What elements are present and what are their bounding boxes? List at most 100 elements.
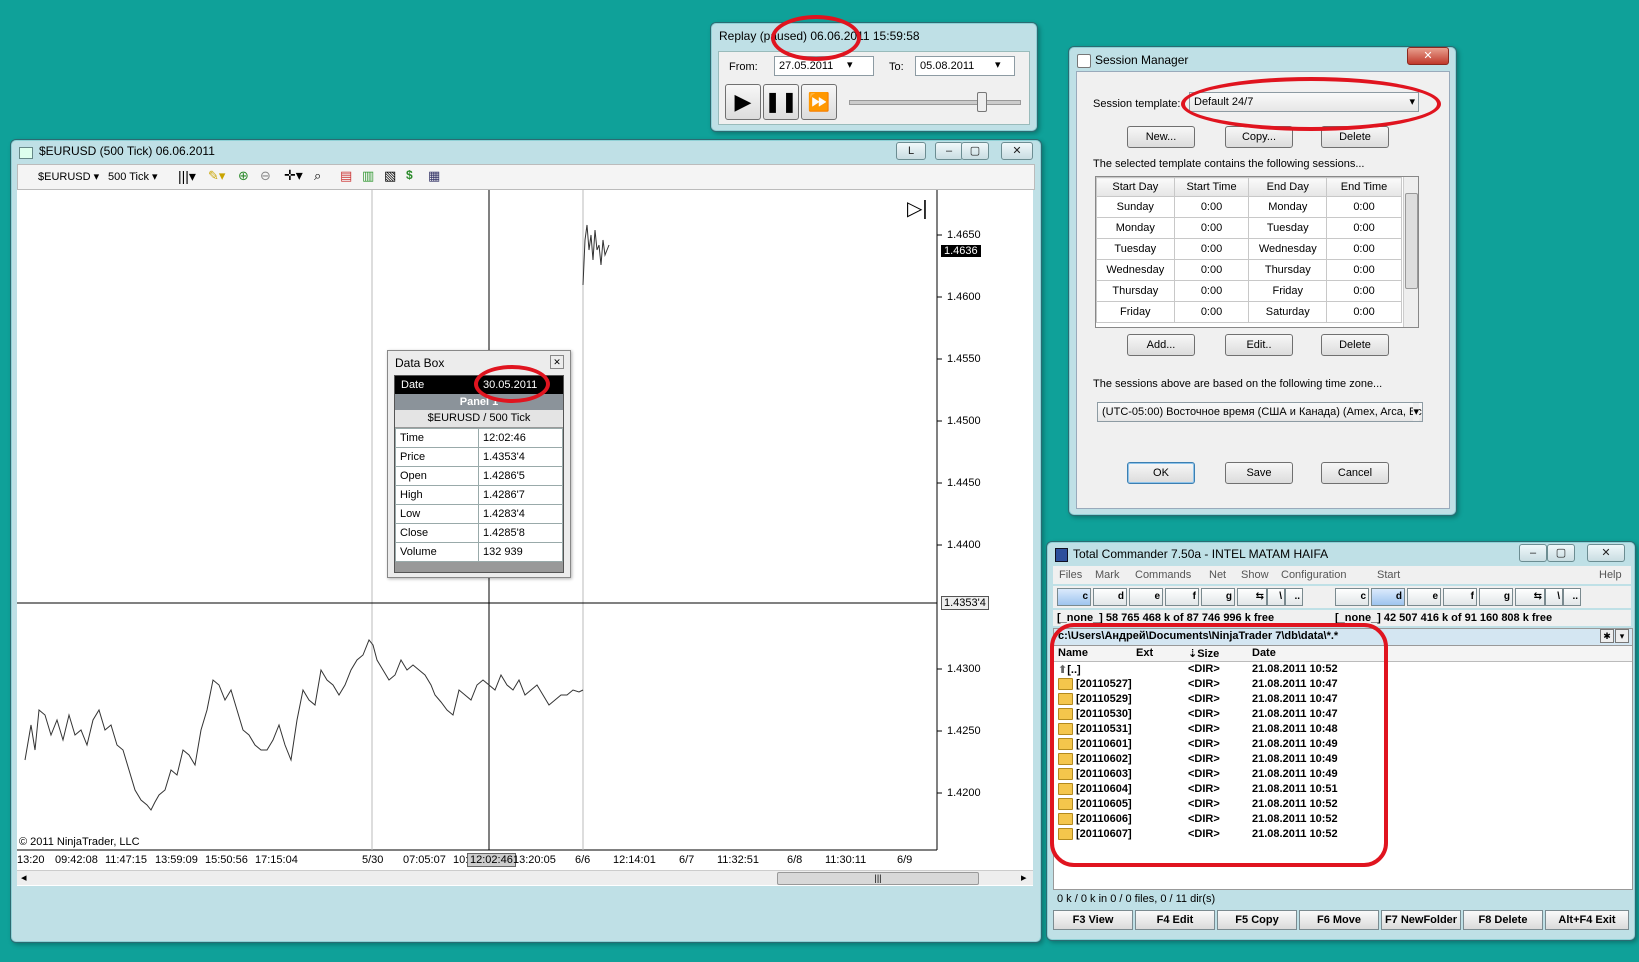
chart-minimize-button[interactable]: – xyxy=(935,142,963,160)
data-box-icon[interactable]: ▦ xyxy=(428,168,440,184)
scroll-to-end-icon[interactable]: ▷| xyxy=(907,196,928,221)
edit-session-button[interactable]: Edit.. xyxy=(1225,334,1293,356)
zoom-out-icon[interactable]: ⊖ xyxy=(260,168,271,184)
scroll-left-arrow-icon[interactable]: ◂ xyxy=(21,871,27,884)
col-end-day[interactable]: End Day xyxy=(1248,177,1328,197)
tc-maximize-button[interactable]: ▢ xyxy=(1547,544,1575,562)
play-button[interactable]: ▶ xyxy=(725,84,761,120)
ok-button[interactable]: OK xyxy=(1127,462,1195,484)
right-drive-e[interactable]: e xyxy=(1407,588,1441,606)
f7-newfolder-button[interactable]: F7 NewFolder xyxy=(1381,910,1461,930)
replay-speed-slider-thumb[interactable] xyxy=(977,92,987,112)
col-name-header[interactable]: Name xyxy=(1058,647,1088,659)
instrument-selector[interactable]: $EURUSD ▾ xyxy=(38,170,99,183)
sessions-vertical-scrollbar[interactable] xyxy=(1403,177,1418,327)
tc-favorites-icon[interactable]: ✱ xyxy=(1600,629,1614,643)
menu-help[interactable]: Help xyxy=(1599,569,1622,581)
menu-files[interactable]: Files xyxy=(1059,569,1082,581)
right-network-icon[interactable]: ⇆ xyxy=(1515,588,1545,606)
menu-configuration[interactable]: Configuration xyxy=(1281,569,1346,581)
chart-image-icon[interactable]: ▧ xyxy=(384,168,396,184)
price-chart[interactable]: ▷| 1.4650 1.4600 1.4550 1.4500 1.4450 1.… xyxy=(17,190,1033,886)
col-end-time[interactable]: End Time xyxy=(1326,177,1402,197)
scroll-right-arrow-icon[interactable]: ▸ xyxy=(1021,871,1027,884)
chart-horizontal-scrollbar[interactable]: ◂ ||| ▸ xyxy=(17,870,1033,885)
session-template-dropdown[interactable]: Default 24/7 ▾ xyxy=(1189,92,1419,112)
replay-speed-slider-track[interactable] xyxy=(849,100,1021,105)
chart-close-button[interactable]: ✕ xyxy=(1001,142,1033,160)
left-drive-c[interactable]: c xyxy=(1057,588,1091,606)
left-drive-e[interactable]: e xyxy=(1129,588,1163,606)
alt-f4-exit-button[interactable]: Alt+F4 Exit xyxy=(1545,910,1629,930)
tc-path[interactable]: c:\Users\Андрей\Documents\NinjaTrader 7\… xyxy=(1058,630,1338,642)
timezone-dropdown[interactable]: (UTC-05:00) Восточное время (США и Канад… xyxy=(1097,402,1423,422)
chart-l-button[interactable]: L xyxy=(896,142,926,160)
crosshair-icon[interactable]: ✛▾ xyxy=(284,167,303,184)
drawing-tool-icon[interactable]: ✎▾ xyxy=(208,168,225,184)
indicators-icon[interactable]: ▤ xyxy=(340,168,352,184)
sessions-scroll-thumb[interactable] xyxy=(1405,193,1418,289)
zoom-in-icon[interactable]: ⊕ xyxy=(238,168,249,184)
col-ext-header[interactable]: Ext xyxy=(1136,647,1153,659)
to-date-dropdown-icon[interactable]: ▾ xyxy=(995,58,1001,71)
f6-move-button[interactable]: F6 Move xyxy=(1299,910,1379,930)
right-drive-f[interactable]: f xyxy=(1443,588,1477,606)
session-row[interactable]: Friday 0:00 Saturday 0:00 xyxy=(1096,301,1402,323)
tc-path-bar[interactable]: c:\Users\Андрей\Documents\NinjaTrader 7\… xyxy=(1054,629,1632,646)
session-row[interactable]: Thursday 0:00 Friday 0:00 xyxy=(1096,280,1402,302)
right-drive-d[interactable]: d xyxy=(1371,588,1405,606)
col-start-day[interactable]: Start Day xyxy=(1096,177,1175,197)
save-button[interactable]: Save xyxy=(1225,462,1293,484)
f4-edit-button[interactable]: F4 Edit xyxy=(1135,910,1215,930)
session-row[interactable]: Sunday 0:00 Monday 0:00 xyxy=(1096,196,1402,218)
chart-scroll-thumb[interactable]: ||| xyxy=(777,872,979,885)
right-root-button[interactable]: \ xyxy=(1545,588,1563,606)
delete-template-button[interactable]: Delete xyxy=(1321,126,1389,148)
col-date-header[interactable]: Date xyxy=(1252,647,1276,659)
tc-minimize-button[interactable]: – xyxy=(1519,544,1547,562)
interval-selector[interactable]: 500 Tick ▾ xyxy=(108,170,158,183)
cancel-button[interactable]: Cancel xyxy=(1321,462,1389,484)
bar-type-icon[interactable]: |||▾ xyxy=(178,168,196,185)
properties-icon[interactable]: ⌕ xyxy=(314,168,321,184)
menu-mark[interactable]: Mark xyxy=(1095,569,1119,581)
left-drive-d[interactable]: d xyxy=(1093,588,1127,606)
copy-template-button[interactable]: Copy... xyxy=(1225,126,1293,148)
strategies-icon[interactable]: ▥ xyxy=(362,168,374,184)
left-drive-g[interactable]: g xyxy=(1201,588,1235,606)
from-date-dropdown-icon[interactable]: ▾ xyxy=(847,58,853,71)
session-row[interactable]: Monday 0:00 Tuesday 0:00 xyxy=(1096,217,1402,239)
tc-history-dropdown-icon[interactable]: ▾ xyxy=(1615,629,1629,643)
session-row[interactable]: Wednesday 0:00 Thursday 0:00 xyxy=(1096,259,1402,281)
right-drive-c[interactable]: c xyxy=(1335,588,1369,606)
session-manager-close-button[interactable]: ✕ xyxy=(1407,47,1449,65)
file-size: <DIR> xyxy=(1188,828,1220,840)
menu-commands[interactable]: Commands xyxy=(1135,569,1191,581)
session-row[interactable]: Tuesday 0:00 Wednesday 0:00 xyxy=(1096,238,1402,260)
left-drive-f[interactable]: f xyxy=(1165,588,1199,606)
dollar-icon[interactable]: $ xyxy=(406,168,413,182)
delete-session-button[interactable]: Delete xyxy=(1321,334,1389,356)
right-up-button[interactable]: .. xyxy=(1563,588,1581,606)
right-drive-g[interactable]: g xyxy=(1479,588,1513,606)
left-network-icon[interactable]: ⇆ xyxy=(1237,588,1267,606)
chart-maximize-button[interactable]: ▢ xyxy=(961,142,989,160)
pause-button[interactable]: ❚❚ xyxy=(763,84,799,120)
menu-show[interactable]: Show xyxy=(1241,569,1269,581)
f8-delete-button[interactable]: F8 Delete xyxy=(1463,910,1543,930)
menu-net[interactable]: Net xyxy=(1209,569,1226,581)
left-root-button[interactable]: \ xyxy=(1267,588,1285,606)
col-start-time[interactable]: Start Time xyxy=(1173,177,1250,197)
data-box-close-icon[interactable]: ✕ xyxy=(550,355,564,369)
col-size-header[interactable]: ⇣Size xyxy=(1188,647,1219,660)
f3-view-button[interactable]: F3 View xyxy=(1053,910,1133,930)
menu-start[interactable]: Start xyxy=(1377,569,1400,581)
add-session-button[interactable]: Add... xyxy=(1127,334,1195,356)
from-date-field[interactable]: 27.05.2011 xyxy=(774,56,874,76)
new-template-button[interactable]: New... xyxy=(1127,126,1195,148)
tc-close-button[interactable]: ✕ xyxy=(1587,544,1625,562)
f5-copy-button[interactable]: F5 Copy xyxy=(1217,910,1297,930)
fast-forward-button[interactable]: ⏩ xyxy=(801,84,837,120)
left-up-button[interactable]: .. xyxy=(1285,588,1303,606)
time-tick-label: 12:14:01 xyxy=(613,854,656,866)
